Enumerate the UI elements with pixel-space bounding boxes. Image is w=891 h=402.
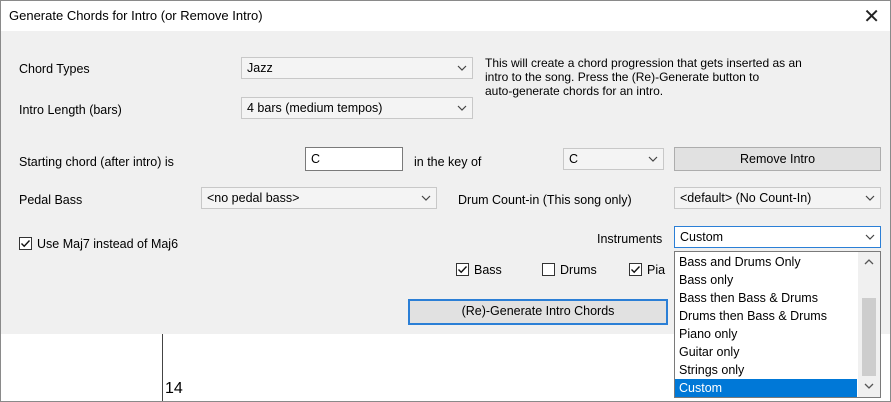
use-maj7-checkbox[interactable] [19, 237, 32, 250]
dropdown-option[interactable]: Bass then Bass & Drums [675, 289, 857, 307]
drums-label: Drums [560, 263, 597, 277]
bar-line [162, 334, 163, 401]
checkmark-icon [458, 266, 468, 274]
dropdown-option[interactable]: Bass only [675, 271, 857, 289]
instruments-dropdown-list[interactable]: Bass and Drums Only Bass only Bass then … [674, 251, 881, 398]
dropdown-option-selected[interactable]: Custom [675, 379, 857, 397]
starting-chord-value: C [311, 152, 321, 166]
drum-countin-label: Drum Count-in (This song only) [458, 193, 632, 207]
drums-checkbox[interactable] [542, 263, 555, 276]
instruments-value: Custom [680, 230, 724, 244]
instruments-label: Instruments [597, 232, 663, 246]
use-maj7-label: Use Maj7 instead of Maj6 [37, 237, 179, 251]
pedal-bass-select[interactable]: <no pedal bass> [201, 187, 437, 209]
chord-types-select[interactable]: Jazz [241, 57, 473, 79]
description-line: intro to the song. Press the (Re)-Genera… [485, 70, 760, 84]
instruments-select[interactable]: Custom [674, 226, 881, 248]
bar-number: 14 [165, 380, 183, 397]
pedal-bass-label: Pedal Bass [19, 193, 83, 207]
dialog-title: Generate Chords for Intro (or Remove Int… [9, 8, 263, 23]
intro-length-value: 4 bars (medium tempos) [247, 101, 383, 115]
chevron-down-icon [457, 105, 467, 111]
scroll-up-arrow-icon[interactable] [863, 258, 875, 266]
title-bar: Generate Chords for Intro (or Remove Int… [1, 1, 890, 31]
dropdown-option[interactable]: Bass and Drums Only [675, 253, 857, 271]
chevron-down-icon [865, 234, 875, 240]
scroll-down-arrow-icon[interactable] [863, 382, 875, 390]
description-line: auto-generate chords for an intro. [485, 84, 664, 98]
description-line: This will create a chord progression tha… [485, 56, 802, 70]
checkmark-icon [21, 240, 31, 248]
dropdown-option[interactable]: Strings only [675, 361, 857, 379]
dropdown-option[interactable]: Drums then Bass & Drums [675, 307, 857, 325]
scrollbar-thumb[interactable] [862, 298, 876, 376]
dropdown-scrollbar[interactable] [858, 252, 880, 397]
chevron-down-icon [457, 65, 467, 71]
dropdown-option[interactable]: Guitar only [675, 343, 857, 361]
checkmark-icon [631, 266, 641, 274]
remove-intro-button[interactable]: Remove Intro [674, 147, 881, 171]
pedal-bass-value: <no pedal bass> [207, 191, 300, 205]
key-select[interactable]: C [563, 148, 664, 170]
chevron-down-icon [421, 195, 431, 201]
intro-length-select[interactable]: 4 bars (medium tempos) [241, 97, 473, 119]
chevron-down-icon [648, 156, 658, 162]
key-value: C [569, 152, 579, 166]
piano-checkbox[interactable] [629, 263, 642, 276]
generate-chords-dialog: Generate Chords for Intro (or Remove Int… [0, 0, 891, 402]
chord-types-label: Chord Types [19, 62, 90, 76]
bass-label: Bass [474, 263, 502, 277]
intro-description: This will create a chord progression tha… [485, 56, 802, 98]
drum-countin-select[interactable]: <default> (No Count-In) [674, 187, 881, 209]
bass-checkbox[interactable] [456, 263, 469, 276]
chevron-down-icon [865, 195, 875, 201]
key-of-label: in the key of [414, 155, 482, 169]
dropdown-option[interactable]: Piano only [675, 325, 857, 343]
starting-chord-label: Starting chord (after intro) is [19, 155, 174, 169]
regenerate-intro-button[interactable]: (Re)-Generate Intro Chords [408, 299, 668, 325]
drum-countin-value: <default> (No Count-In) [680, 191, 812, 205]
intro-length-label: Intro Length (bars) [19, 103, 122, 117]
chord-types-value: Jazz [247, 61, 273, 75]
close-icon[interactable]: ✕ [863, 4, 880, 29]
piano-label: Pia [647, 263, 666, 277]
starting-chord-input[interactable]: C [305, 147, 403, 171]
